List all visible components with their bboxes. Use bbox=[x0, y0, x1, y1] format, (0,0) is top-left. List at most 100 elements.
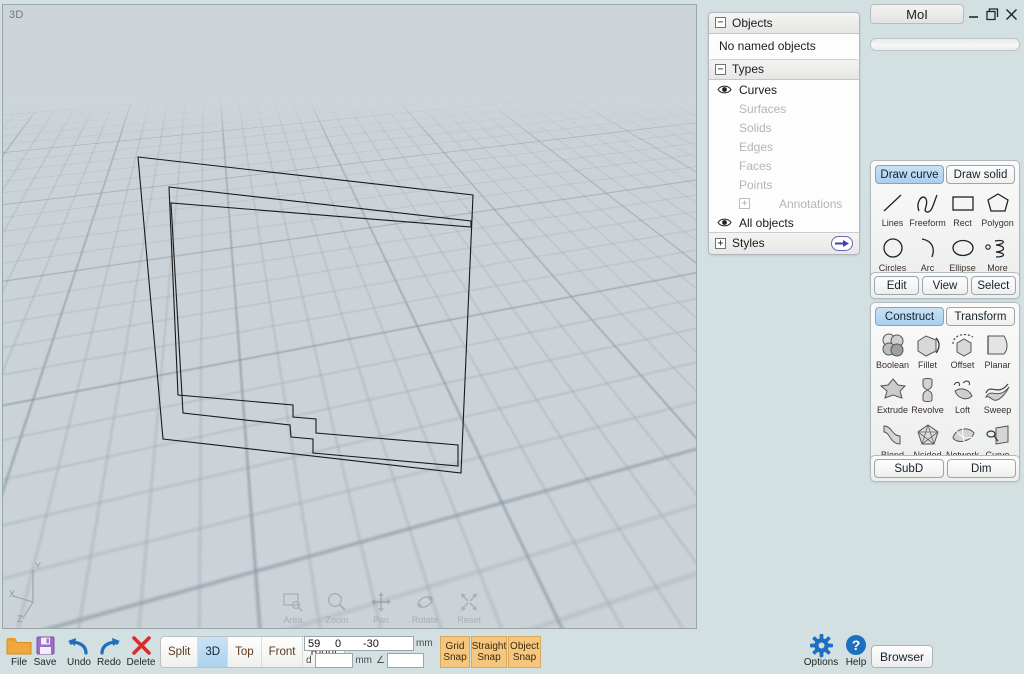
tool-offset-label: Offset bbox=[950, 360, 975, 370]
planar-icon bbox=[984, 330, 1012, 360]
tool-polygon[interactable]: Polygon bbox=[980, 188, 1015, 233]
viewport-nav-zoom[interactable]: Zoom bbox=[319, 589, 355, 626]
object-snap-line2: Snap bbox=[512, 652, 537, 663]
tool-boolean-label: Boolean bbox=[875, 360, 910, 370]
help-label: Help bbox=[845, 657, 867, 668]
collapse-objects-icon[interactable]: − bbox=[715, 17, 726, 28]
collapse-types-icon[interactable]: − bbox=[715, 63, 726, 75]
view-button-split[interactable]: Split bbox=[161, 637, 199, 667]
restore-button[interactable] bbox=[983, 4, 1002, 24]
tab-construct[interactable]: Construct bbox=[875, 307, 944, 326]
redo-arrow-icon bbox=[92, 633, 126, 657]
object-snap-button[interactable]: Object Snap bbox=[508, 636, 541, 668]
area-icon bbox=[275, 589, 311, 615]
ellipse-icon bbox=[950, 233, 976, 263]
edit-button[interactable]: Edit bbox=[874, 276, 920, 295]
tool-revolve[interactable]: Revolve bbox=[910, 375, 945, 420]
tool-fillet[interactable]: Fillet bbox=[910, 330, 945, 375]
type-item-curves[interactable]: Curves bbox=[709, 80, 859, 99]
objects-section-header[interactable]: − Objects bbox=[709, 13, 859, 34]
tool-offset[interactable]: Offset bbox=[945, 330, 980, 375]
tool-freeform-label: Freeform bbox=[909, 218, 946, 228]
distance-input-field[interactable] bbox=[314, 653, 354, 668]
grid-snap-button[interactable]: Grid Snap bbox=[440, 636, 470, 668]
type-item-edges[interactable]: Edges bbox=[709, 137, 859, 156]
viewport-nav-controls[interactable]: Area Zoom Pan Rotate Reset bbox=[275, 589, 487, 626]
coord-y-value[interactable]: 0 bbox=[335, 638, 363, 650]
delete-button[interactable]: Delete bbox=[124, 633, 158, 669]
viewport-nav-area[interactable]: Area bbox=[275, 589, 311, 626]
type-item-surfaces[interactable]: Surfaces bbox=[709, 99, 859, 118]
polygon-icon bbox=[986, 188, 1010, 218]
offset-icon bbox=[949, 330, 977, 360]
subd-button[interactable]: SubD bbox=[874, 459, 944, 478]
view-button-top[interactable]: Top bbox=[228, 637, 262, 667]
xyz-input-field[interactable]: 59 0 -30 bbox=[304, 636, 414, 651]
type-label-surfaces: Surfaces bbox=[739, 101, 787, 116]
angle-input-field[interactable] bbox=[386, 653, 424, 668]
styles-goto-arrow-icon[interactable] bbox=[831, 235, 853, 251]
more-curves-icon bbox=[984, 233, 1012, 263]
drawn-curve-geometry[interactable] bbox=[3, 5, 697, 629]
save-button[interactable]: Save bbox=[28, 633, 62, 669]
minimize-button[interactable] bbox=[964, 4, 983, 24]
browser-button[interactable]: Browser bbox=[871, 645, 933, 668]
tool-boolean[interactable]: Boolean bbox=[875, 330, 910, 375]
options-button[interactable]: Options bbox=[801, 633, 841, 668]
viewport-nav-pan[interactable]: Pan bbox=[363, 589, 399, 626]
command-prompt-bar[interactable] bbox=[870, 38, 1020, 51]
straight-snap-button[interactable]: Straight Snap bbox=[471, 636, 507, 668]
loft-icon bbox=[949, 375, 977, 405]
tab-draw-solid[interactable]: Draw solid bbox=[946, 165, 1015, 184]
dim-button[interactable]: Dim bbox=[946, 459, 1016, 478]
tool-freeform[interactable]: Freeform bbox=[909, 188, 946, 233]
styles-header-label: Styles bbox=[732, 236, 765, 250]
eye-icon[interactable] bbox=[717, 84, 732, 95]
type-item-points[interactable]: Points bbox=[709, 175, 859, 194]
inner-offset-curve[interactable] bbox=[168, 186, 472, 467]
viewport-nav-rotate[interactable]: Rotate bbox=[407, 589, 443, 626]
tool-sweep[interactable]: Sweep bbox=[980, 375, 1015, 420]
viewport-nav-rotate-label: Rotate bbox=[411, 615, 439, 625]
types-section-header[interactable]: − Types bbox=[709, 59, 859, 80]
3d-viewport[interactable]: 3D Y X Z Area Zoom Pan Rotate Reset bbox=[2, 4, 697, 629]
tab-transform[interactable]: Transform bbox=[946, 307, 1015, 326]
undo-button[interactable]: Undo bbox=[62, 633, 96, 669]
x-delete-icon bbox=[124, 633, 158, 657]
close-button[interactable] bbox=[1002, 4, 1021, 24]
boolean-icon bbox=[879, 330, 907, 360]
expand-styles-icon[interactable]: + bbox=[715, 237, 726, 249]
redo-button[interactable]: Redo bbox=[92, 633, 126, 669]
tool-loft[interactable]: Loft bbox=[945, 375, 980, 420]
view-button-3d[interactable]: 3D bbox=[198, 637, 229, 667]
svg-text:?: ? bbox=[852, 637, 861, 653]
circle-icon bbox=[881, 233, 905, 263]
type-item-faces[interactable]: Faces bbox=[709, 156, 859, 175]
expand-annotations-icon[interactable]: + bbox=[739, 198, 750, 209]
help-button[interactable]: ? Help bbox=[836, 633, 876, 668]
tool-rect[interactable]: Rect bbox=[945, 188, 980, 233]
view-button[interactable]: View bbox=[922, 276, 968, 295]
type-label-faces: Faces bbox=[739, 158, 772, 173]
tool-planar[interactable]: Planar bbox=[980, 330, 1015, 375]
tab-draw-curve[interactable]: Draw curve bbox=[875, 165, 944, 184]
options-label: Options bbox=[803, 657, 839, 668]
type-item-solids[interactable]: Solids bbox=[709, 118, 859, 137]
type-item-annotations[interactable]: + Annotations bbox=[709, 194, 859, 213]
coord-z-value[interactable]: -30 bbox=[363, 638, 413, 650]
types-header-label: Types bbox=[732, 62, 765, 76]
coord-x-value[interactable]: 59 bbox=[305, 638, 335, 650]
type-item-all-objects[interactable]: All objects bbox=[709, 213, 859, 232]
eye-icon-all-objects[interactable] bbox=[717, 217, 732, 228]
tool-extrude[interactable]: Extrude bbox=[875, 375, 910, 420]
revolve-icon bbox=[914, 375, 942, 405]
extrude-icon bbox=[879, 375, 907, 405]
viewport-nav-reset[interactable]: Reset bbox=[451, 589, 487, 626]
gear-icon bbox=[801, 633, 841, 657]
tool-lines[interactable]: Lines bbox=[875, 188, 910, 233]
view-button-front[interactable]: Front bbox=[262, 637, 304, 667]
select-button[interactable]: Select bbox=[970, 276, 1016, 295]
tool-fillet-label: Fillet bbox=[917, 360, 937, 370]
styles-section-header[interactable]: + Styles bbox=[709, 232, 859, 254]
no-named-objects-message: No named objects bbox=[709, 34, 859, 59]
